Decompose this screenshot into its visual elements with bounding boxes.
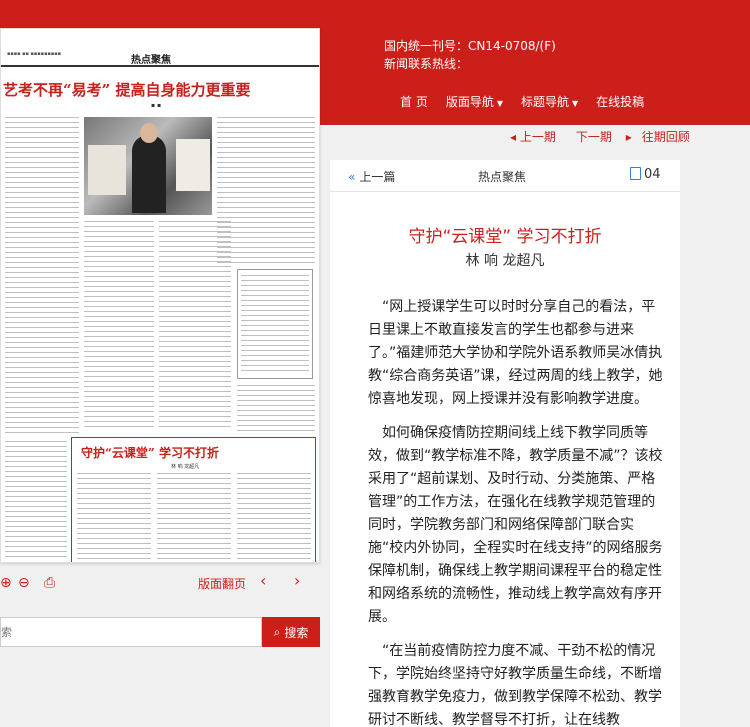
- article-author: 林 响 龙超凡: [465, 253, 545, 269]
- article-section: 热点聚焦: [478, 170, 527, 184]
- search-button[interactable]: ⌕ 搜索: [262, 617, 320, 647]
- text-column: [237, 473, 311, 559]
- hotline: 新闻联系热线：: [384, 57, 469, 71]
- paper-author: ▪ ▪: [151, 102, 162, 109]
- archive-link[interactable]: 往期回顾: [642, 128, 700, 145]
- paper-headline[interactable]: 艺考不再“易考” 提高自身能力更重要: [3, 79, 250, 100]
- caret-down-icon: ▼: [496, 99, 503, 108]
- nav-submit-online[interactable]: 在线投稿: [596, 93, 644, 110]
- issn-line: 国内统一刊号：CN14-0708/(F): [384, 39, 556, 53]
- prev-article-link[interactable]: «上一篇: [348, 168, 395, 185]
- inner-article-title[interactable]: 守护“云课堂” 学习不打折: [81, 444, 219, 461]
- text-column: [217, 117, 315, 265]
- next-page-icon[interactable]: ›: [294, 571, 300, 590]
- double-chevron-left-icon: «: [348, 170, 356, 184]
- nav-title-navigation[interactable]: 标题导航 ▼: [521, 93, 578, 110]
- page-flip-label: 版面翻页: [198, 577, 247, 591]
- caret-down-icon: ▼: [572, 99, 579, 108]
- newspaper-page[interactable]: ▪▪▪▪ ▪▪ ▪▪▪▪▪▪▪▪▪ 热点聚焦 艺考不再“易考” 提高自身能力更重…: [0, 28, 320, 563]
- nav-home[interactable]: 首 页: [400, 93, 428, 110]
- zoom-in-icon[interactable]: ⊕: [0, 575, 12, 591]
- search-icon: ⌕: [273, 624, 281, 639]
- text-column: [5, 117, 79, 437]
- nav-page-navigation[interactable]: 版面导航 ▼: [446, 93, 503, 110]
- print-icon[interactable]: ⎙: [44, 575, 55, 591]
- article-body: “网上授课学生可以时时分享自己的看法，平日里课上不敢直接发言的学生也都参与进来了…: [368, 296, 666, 727]
- news-photo: [84, 117, 212, 215]
- paper-section-title: 热点聚焦: [131, 55, 171, 66]
- text-column: [5, 441, 67, 559]
- paper-masthead-small: ▪▪▪▪ ▪▪ ▪▪▪▪▪▪▪▪▪: [7, 51, 62, 57]
- zoom-out-icon[interactable]: ⊖: [18, 575, 30, 591]
- header-info: 国内统一刊号：CN14-0708/(F) 新闻联系热线：: [384, 37, 556, 73]
- text-column: [77, 473, 151, 559]
- document-icon: [630, 167, 641, 180]
- main-nav: 首 页 版面导航 ▼ 标题导航 ▼ 在线投稿: [400, 93, 662, 110]
- article-paragraph: 如何确保疫情防控期间线上线下教学同质等效，做到“教学标准不降，教学质量不减”？该…: [368, 425, 663, 625]
- text-column: [157, 473, 231, 559]
- search-input[interactable]: [0, 617, 262, 647]
- article-panel: «上一篇 热点聚焦 04 守护“云课堂” 学习不打折 林 响 龙超凡 “网上授课…: [330, 160, 680, 727]
- article-header: «上一篇 热点聚焦 04: [330, 160, 680, 192]
- paper-rule: [1, 65, 319, 67]
- text-column: [84, 221, 154, 431]
- page-number: 04: [630, 167, 661, 182]
- text-column: [237, 385, 315, 433]
- next-issue-link[interactable]: 下一期 ▸: [576, 128, 632, 145]
- text-column: [241, 275, 309, 375]
- article-paragraph: “网上授课学生可以时时分享自己的看法，平日里课上不敢直接发言的学生也都参与进来了…: [368, 299, 663, 407]
- article-paragraph: “在当前疫情防控力度不减、干劲不松的情况下，学院始终坚持守好教学质量生命线，不断…: [368, 643, 662, 727]
- inner-article-author: 林 响 龙超凡: [171, 464, 200, 470]
- article-title: 守护“云课堂” 学习不打折: [408, 227, 602, 247]
- issue-nav: ◂ 上一期 下一期 ▸ 往期回顾: [510, 128, 710, 145]
- prev-issue-link[interactable]: ◂ 上一期: [510, 128, 566, 145]
- prev-page-icon[interactable]: ‹: [260, 571, 266, 590]
